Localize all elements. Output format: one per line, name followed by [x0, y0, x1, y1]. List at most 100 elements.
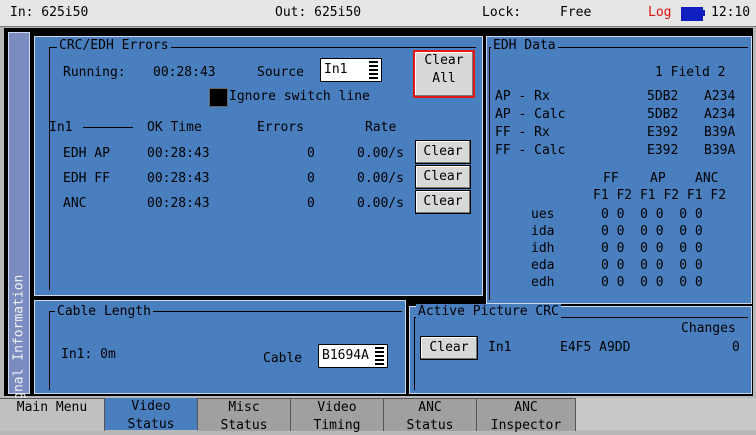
tab-label-2: Status [127, 417, 175, 432]
edh-row-f1: 5DB2 [647, 89, 679, 104]
field-header: 1 Field 2 [655, 65, 726, 80]
battery-tip-icon [702, 10, 705, 16]
menu-main-label: Main Menu [16, 400, 88, 415]
crc-edh-frame [49, 47, 476, 290]
changes-value: 0 [732, 340, 740, 355]
row-ok-time: 00:28:43 [147, 146, 210, 161]
source-select[interactable]: In1 [320, 58, 382, 82]
tab-misc-status[interactable]: Misc Status [198, 398, 291, 433]
edh-row-label: AP - Calc [495, 107, 566, 122]
tab-label-1: ANC [514, 400, 538, 415]
header-rate: Rate [365, 120, 397, 135]
cable-select[interactable]: B1694A [318, 344, 388, 368]
edh-row-f2: A234 [704, 107, 736, 122]
row-errors: 0 [307, 196, 315, 211]
clear-crc-button[interactable]: Clear [420, 336, 478, 360]
crc-value: E4F5 A9DD [560, 340, 631, 355]
dropdown-icon [375, 347, 384, 365]
section-divider [83, 127, 133, 128]
active-picture-crc-panel: Active Picture CRC Changes Clear In1 E4F… [409, 304, 752, 394]
crc-edh-title: CRC/EDH Errors [57, 38, 171, 53]
tab-video-timing[interactable]: Video Timing [291, 398, 384, 433]
cable-length-title: Cable Length [55, 304, 153, 319]
edh-row-f2: B39A [704, 125, 736, 140]
flag-values: 0 0 0 0 0 0 [601, 258, 703, 273]
cable-label: Cable [263, 351, 303, 366]
tab-label-1: ANC [418, 400, 442, 415]
row-ok-time: 00:28:43 [147, 171, 210, 186]
menu-bar: Main Menu Video Status Misc Status Video… [0, 398, 756, 433]
edh-row-label: AP - Rx [495, 89, 550, 104]
cable-value: B1694A [322, 348, 369, 363]
side-tab-label: Signal Information [11, 274, 27, 416]
tab-label-2: Status [220, 418, 268, 433]
edh-row-f1: 5DB2 [647, 107, 679, 122]
clear-all-line2: All [432, 71, 456, 86]
flag-label: ida [531, 224, 555, 239]
ignore-switch-label: Ignore switch line [229, 89, 370, 104]
header-ok-time: OK Time [147, 120, 202, 135]
running-value: 00:28:43 [153, 65, 216, 80]
flag-label: ues [531, 207, 555, 222]
status-bar: In: 625i50 Out: 625i50 Lock: Free Log 12… [0, 0, 756, 27]
flag-values: 0 0 0 0 0 0 [601, 241, 703, 256]
clock: 12:10 [711, 5, 751, 20]
group-header-ap: AP [650, 171, 666, 186]
group-header-anc: ANC [695, 171, 719, 186]
row-rate: 0.00/s [357, 146, 404, 161]
tab-video-status[interactable]: Video Status [105, 398, 198, 432]
group-header-ff: FF [603, 171, 619, 186]
section-label-in1: In1 [49, 120, 73, 135]
flag-label: eda [531, 258, 555, 273]
lock-label: Lock: [482, 5, 522, 20]
active-picture-crc-title: Active Picture CRC [416, 304, 561, 319]
changes-label: Changes [681, 321, 736, 336]
edh-row-f2: A234 [704, 89, 736, 104]
crc-edh-panel: CRC/EDH Errors Running: 00:28:43 Source … [34, 36, 483, 296]
input-format: In: 625i50 [10, 5, 89, 20]
menu-main[interactable]: Main Menu [0, 398, 105, 431]
edh-row-f1: E392 [647, 143, 679, 158]
tab-label-1: Misc [228, 400, 260, 415]
side-tab-signal-information[interactable]: Signal Information [8, 32, 30, 416]
tab-label-2: Status [406, 418, 454, 433]
sub-header: F1 F2 F1 F2 F1 F2 [593, 188, 727, 203]
ignore-switch-checkbox[interactable] [209, 88, 228, 107]
dropdown-icon [369, 61, 378, 79]
row-name: ANC [63, 196, 87, 211]
row-rate: 0.00/s [357, 171, 404, 186]
edh-row-f1: E392 [647, 125, 679, 140]
output-format: Out: 625i50 [275, 5, 362, 20]
crc-input: In1 [488, 340, 512, 355]
source-value: In1 [324, 62, 348, 77]
row-errors: 0 [307, 146, 315, 161]
tab-label-1: Video [317, 400, 357, 415]
tab-anc-inspector[interactable]: ANC Inspector [477, 398, 576, 433]
clear-edh-ff-button[interactable]: Clear [415, 165, 471, 189]
flag-label: edh [531, 275, 555, 290]
lock-status: Free [560, 5, 592, 20]
header-errors: Errors [257, 120, 304, 135]
running-label: Running: [63, 65, 126, 80]
tab-anc-status[interactable]: ANC Status [384, 398, 477, 433]
tab-label-2: Inspector [490, 418, 562, 433]
flag-values: 0 0 0 0 0 0 [601, 224, 703, 239]
source-label: Source [257, 65, 304, 80]
cable-length-value: In1: 0m [61, 347, 116, 362]
edh-data-panel: EDH Data 1 Field 2 AP - Rx 5DB2 A234 AP … [486, 36, 752, 304]
row-errors: 0 [307, 171, 315, 186]
edh-row-label: FF - Calc [495, 143, 566, 158]
edh-row-f2: B39A [704, 143, 736, 158]
row-name: EDH AP [63, 146, 110, 161]
cable-length-panel: Cable Length In1: 0m Cable B1694A [34, 300, 406, 394]
edh-row-label: FF - Rx [495, 125, 550, 140]
clear-anc-button[interactable]: Clear [415, 190, 471, 214]
clear-edh-ap-button[interactable]: Clear [415, 140, 471, 164]
edh-data-title: EDH Data [491, 38, 558, 53]
flag-values: 0 0 0 0 0 0 [601, 275, 703, 290]
clear-all-line1: Clear [424, 53, 464, 68]
screen: In: 625i50 Out: 625i50 Lock: Free Log 12… [0, 0, 756, 433]
clear-all-button[interactable]: Clear All [413, 50, 475, 98]
tab-label-2: Timing [313, 418, 361, 433]
log-indicator[interactable]: Log [648, 5, 671, 20]
